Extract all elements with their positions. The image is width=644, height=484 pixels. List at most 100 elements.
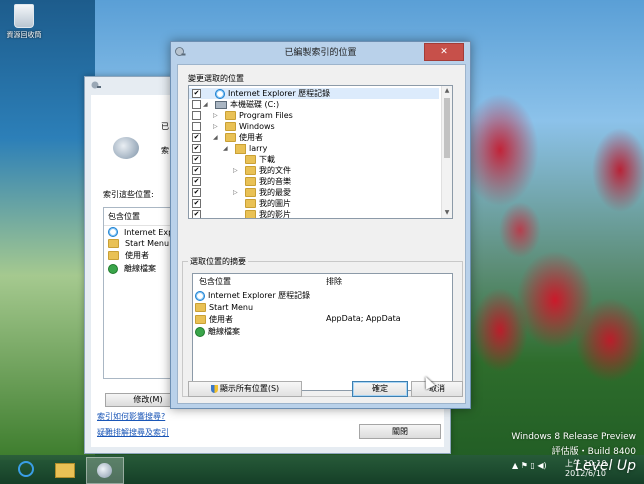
- ie-icon: [215, 88, 225, 99]
- tree-item[interactable]: ✔ 我的音樂: [189, 176, 439, 187]
- indexing-status-text-2: 索: [161, 146, 169, 155]
- tree-item-checkbox[interactable]: ✔: [192, 144, 201, 153]
- tree-expander-icon[interactable]: ▷: [233, 187, 238, 198]
- summary-col-excluded[interactable]: 排除: [326, 276, 342, 287]
- tree-item[interactable]: ✔ ▷ 我的最愛: [189, 187, 439, 198]
- folder-icon: [245, 166, 256, 175]
- ok-button[interactable]: 確定: [352, 381, 408, 397]
- tree-item-label: 我的影片: [259, 210, 291, 219]
- tree-item-checkbox[interactable]: ✔: [192, 133, 201, 142]
- tree-item-checkbox[interactable]: [192, 111, 201, 120]
- how-indexing-affects-link[interactable]: 索引如何影響搜尋?: [97, 411, 165, 422]
- scroll-up-arrow-icon[interactable]: ▲: [442, 86, 452, 96]
- tree-expander-icon[interactable]: ▷: [213, 121, 218, 132]
- tree-item-checkbox[interactable]: [192, 100, 201, 109]
- tree-item[interactable]: ▷ Windows: [189, 121, 439, 132]
- folder-icon: [195, 303, 206, 312]
- indexing-magnifier-icon: [113, 137, 139, 159]
- tree-item-checkbox[interactable]: ✔: [192, 155, 201, 164]
- folder-icon: [225, 122, 236, 131]
- list-item-label: 使用者: [125, 251, 149, 260]
- tree-item-checkbox[interactable]: ✔: [192, 199, 201, 208]
- tree-item-checkbox[interactable]: ✔: [192, 89, 201, 98]
- troubleshoot-indexing-link[interactable]: 疑難排解搜尋及索引: [97, 427, 169, 438]
- tree-item-label: larry: [249, 144, 268, 153]
- tree-item-checkbox[interactable]: [192, 122, 201, 131]
- tree-item-checkbox[interactable]: ✔: [192, 210, 201, 218]
- tree-item[interactable]: ✔ Internet Explorer 歷程記錄: [189, 88, 439, 99]
- tree-item[interactable]: ◢ 本機磁碟 (C:): [189, 99, 439, 110]
- tree-vertical-scrollbar[interactable]: ▲ ▼: [441, 86, 452, 218]
- indexed-locations-label: 索引這些位置:: [103, 190, 154, 199]
- recycle-bin-icon: [14, 4, 34, 28]
- tree-item[interactable]: ✔ ◢ 使用者: [189, 132, 439, 143]
- summary-label: 選取位置的摘要: [188, 256, 248, 267]
- list-item-label: Start Menu: [125, 239, 170, 248]
- tree-item-label: Program Files: [239, 111, 293, 120]
- tree-expander-icon[interactable]: ◢: [203, 99, 208, 110]
- user-folder-icon: [235, 143, 246, 154]
- folder-icon: [108, 239, 119, 248]
- list-item-label: 離線檔案: [124, 264, 156, 273]
- summary-row[interactable]: Start Menu: [195, 302, 253, 313]
- tree-item-checkbox[interactable]: ✔: [192, 188, 201, 197]
- tree-item[interactable]: ✔ ◢ larry: [189, 143, 439, 154]
- summary-row-label: 使用者: [209, 315, 233, 324]
- summary-row-label: Start Menu: [209, 303, 254, 312]
- summary-col-included[interactable]: 包含位置: [199, 276, 231, 287]
- cancel-button[interactable]: 取消: [411, 381, 463, 397]
- taskbar-indexing-button[interactable]: [86, 457, 124, 484]
- tree-item-label: 我的圖片: [259, 199, 291, 208]
- tree-item[interactable]: ✔ 我的圖片: [189, 198, 439, 209]
- tree-expander-icon[interactable]: ◢: [223, 143, 228, 154]
- tree-item-label: 我的最愛: [259, 188, 291, 197]
- tree-expander-icon[interactable]: ▷: [213, 110, 218, 121]
- tree-expander-icon[interactable]: ▷: [233, 165, 238, 176]
- tree-item-checkbox[interactable]: ✔: [192, 166, 201, 175]
- show-all-locations-label: 顯示所有位置(S): [219, 384, 280, 393]
- summary-row[interactable]: Internet Explorer 歷程記錄: [195, 290, 310, 301]
- tree-item[interactable]: ▷ Program Files: [189, 110, 439, 121]
- tree-expander-icon[interactable]: ◢: [213, 132, 218, 143]
- taskbar-explorer-button[interactable]: [46, 457, 82, 482]
- summary-row[interactable]: 離線檔案: [195, 326, 240, 337]
- folder-icon: [108, 251, 119, 260]
- tree-item-label: Windows: [239, 122, 275, 131]
- offline-files-icon: [108, 263, 118, 274]
- drive-icon: [215, 100, 227, 109]
- close-button[interactable]: 關閉: [359, 424, 441, 439]
- file-explorer-icon: [55, 463, 75, 478]
- tree-item-checkbox[interactable]: ✔: [192, 177, 201, 186]
- indexing-status-text: 已: [161, 122, 169, 131]
- recycle-bin-shortcut[interactable]: 資源回收筒: [6, 4, 42, 40]
- tree-item-label: 我的音樂: [259, 177, 291, 186]
- folder-icon: [245, 188, 256, 197]
- brand-watermark: Level Up: [575, 458, 636, 474]
- folder-icon: [245, 210, 256, 218]
- scrollbar-thumb[interactable]: [444, 98, 450, 158]
- scroll-down-arrow-icon[interactable]: ▼: [442, 208, 452, 218]
- ie-icon: [108, 227, 118, 237]
- folder-icon: [245, 199, 256, 208]
- dialog-close-button[interactable]: ✕: [424, 43, 464, 61]
- tree-item[interactable]: ✔ 我的影片: [189, 209, 439, 219]
- taskbar-ie-button[interactable]: [8, 457, 44, 482]
- summary-row[interactable]: 使用者: [195, 314, 233, 325]
- taskbar: ▲ ⚑ ▯ ◀) 上午 10:10 2012/6/10: [0, 455, 644, 484]
- summary-row-label: 離線檔案: [208, 327, 240, 336]
- folder-icon: [225, 111, 236, 120]
- show-all-locations-button[interactable]: 顯示所有位置(S): [188, 381, 302, 397]
- tree-item[interactable]: ✔ 下載: [189, 154, 439, 165]
- indexing-options-icon: [91, 81, 101, 89]
- desktop-wallpaper-strip: [0, 0, 95, 460]
- folder-icon: [245, 177, 256, 186]
- folder-icon: [245, 155, 256, 164]
- offline-files-icon: [195, 326, 205, 337]
- internet-explorer-icon: [18, 461, 34, 477]
- tree-item[interactable]: ✔ ▷ 我的文件: [189, 165, 439, 176]
- tray-icons[interactable]: ▲ ⚑ ▯ ◀): [512, 461, 547, 470]
- recycle-bin-label: 資源回收筒: [6, 31, 42, 39]
- indexing-options-icon: [97, 463, 112, 478]
- tree-item-label: 本機磁碟 (C:): [230, 100, 280, 109]
- locations-tree: ✔ Internet Explorer 歷程記錄 ◢ 本機磁碟 (C:) ▷ Progra…: [188, 85, 453, 219]
